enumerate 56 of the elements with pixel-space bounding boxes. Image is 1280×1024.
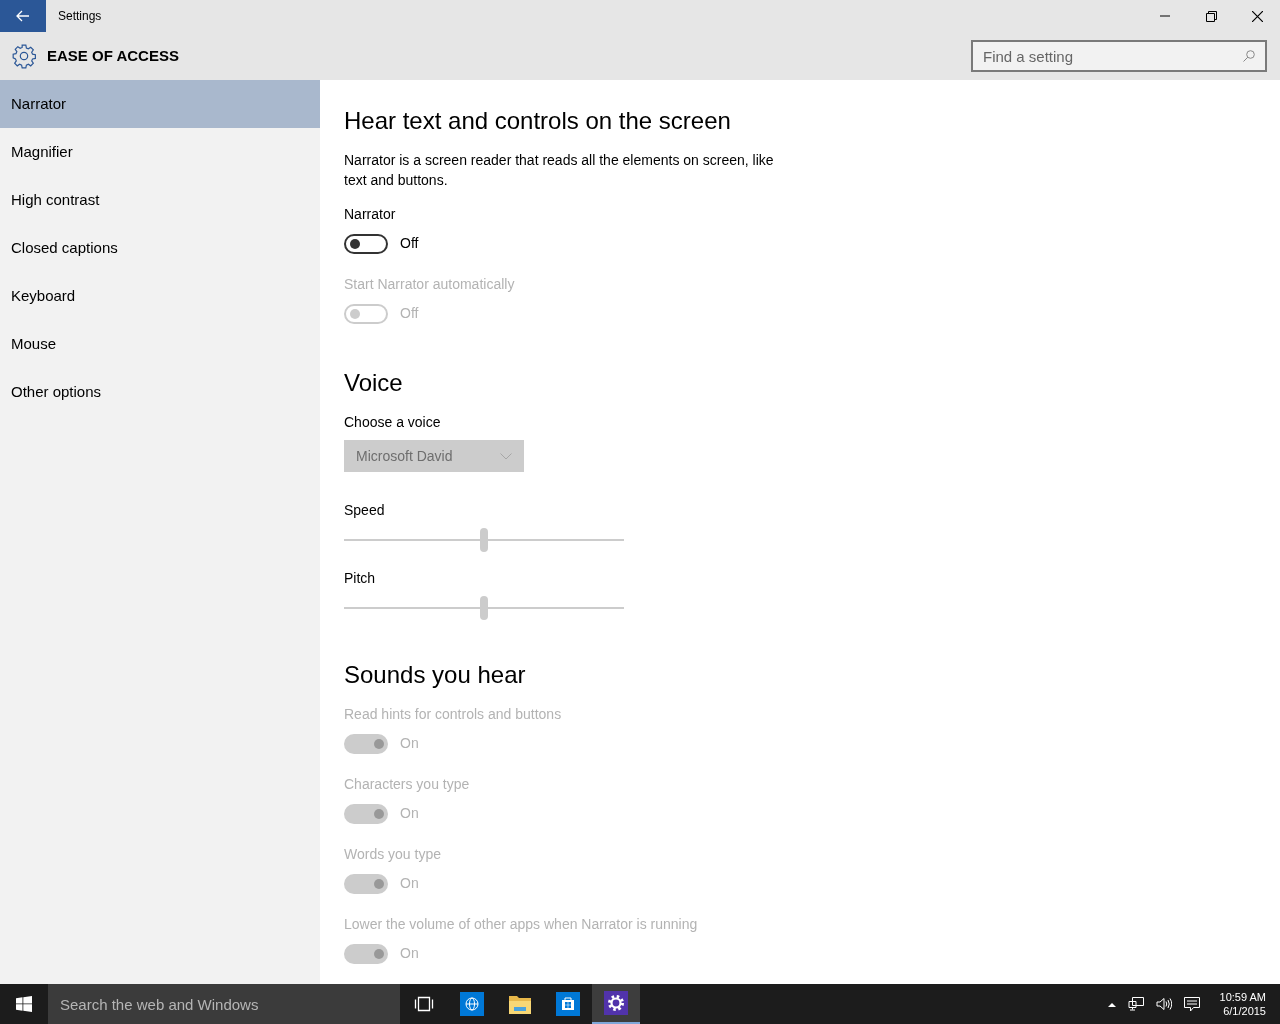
globe-icon xyxy=(460,992,484,1016)
toggle-state: Off xyxy=(400,234,419,253)
toggle-state: On xyxy=(400,734,419,753)
sidebar-item[interactable]: Mouse xyxy=(0,320,320,368)
sidebar-item[interactable]: Narrator xyxy=(0,80,320,128)
restore-icon xyxy=(1205,10,1217,22)
volume-icon xyxy=(1155,997,1172,1011)
slider-thumb[interactable] xyxy=(480,596,488,620)
taskbar-search-field[interactable]: Search the web and Windows xyxy=(48,984,400,1024)
toggle-state: On xyxy=(400,874,419,893)
back-button[interactable] xyxy=(0,0,46,32)
toggle-label: Characters you type xyxy=(344,775,470,794)
sidebar-item[interactable]: Closed captions xyxy=(0,224,320,272)
sidebar-item[interactable]: Other options xyxy=(0,368,320,416)
section-heading: Voice xyxy=(344,368,403,398)
caret-up-icon xyxy=(1107,1001,1116,1007)
toggle-label: Narrator xyxy=(344,205,396,224)
toggle-label: Start Narrator automatically xyxy=(344,275,515,294)
close-icon xyxy=(1251,10,1263,22)
clock-time: 10:59 AM xyxy=(1219,990,1266,1004)
sidebar-item[interactable]: Magnifier xyxy=(0,128,320,176)
toggle-state: On xyxy=(400,944,419,963)
toggle-label: Read hints for controls and buttons xyxy=(344,705,562,724)
section-heading: Sounds you hear xyxy=(344,660,526,690)
slider-thumb[interactable] xyxy=(480,528,488,552)
toggle-label: Lower the volume of other apps when Narrator is running xyxy=(344,915,698,934)
windows-logo-icon xyxy=(16,996,32,1012)
task-view-icon xyxy=(414,996,434,1012)
notification-icon xyxy=(1183,996,1200,1012)
settings-icon xyxy=(11,43,37,69)
sidebar-item[interactable]: Keyboard xyxy=(0,272,320,320)
chevron-down-icon xyxy=(500,452,512,460)
gear-icon xyxy=(604,991,628,1015)
slider-label: Speed xyxy=(344,501,385,520)
slider[interactable] xyxy=(344,528,624,552)
section-heading: Hear text and controls on the screen xyxy=(344,106,731,136)
slider-label: Pitch xyxy=(344,569,376,588)
folder-icon xyxy=(508,993,532,1015)
back-arrow-icon xyxy=(16,10,30,22)
minimize-icon xyxy=(1160,15,1170,17)
slider[interactable] xyxy=(344,596,624,620)
toggle-state: Off xyxy=(400,304,419,323)
taskbar-app-button[interactable] xyxy=(592,984,640,1024)
toggle-state: On xyxy=(400,804,419,823)
description-text: Narrator is a screen reader that reads all the elements on screen, like text and buttons. xyxy=(344,151,775,190)
search-icon xyxy=(1243,50,1255,62)
toggle-label: Words you type xyxy=(344,845,441,864)
search-field[interactable]: Find a setting xyxy=(971,40,1267,72)
shopping-bag-icon xyxy=(556,992,580,1016)
window-title: Settings xyxy=(58,8,102,25)
network-icon xyxy=(1127,997,1144,1011)
clock-date: 6/1/2015 xyxy=(1223,1004,1266,1018)
page-title: EASE OF ACCESS xyxy=(47,45,179,66)
sidebar-item[interactable]: High contrast xyxy=(0,176,320,224)
dropdown-label: Choose a voice xyxy=(344,413,441,432)
toggle-switch[interactable] xyxy=(344,233,388,254)
